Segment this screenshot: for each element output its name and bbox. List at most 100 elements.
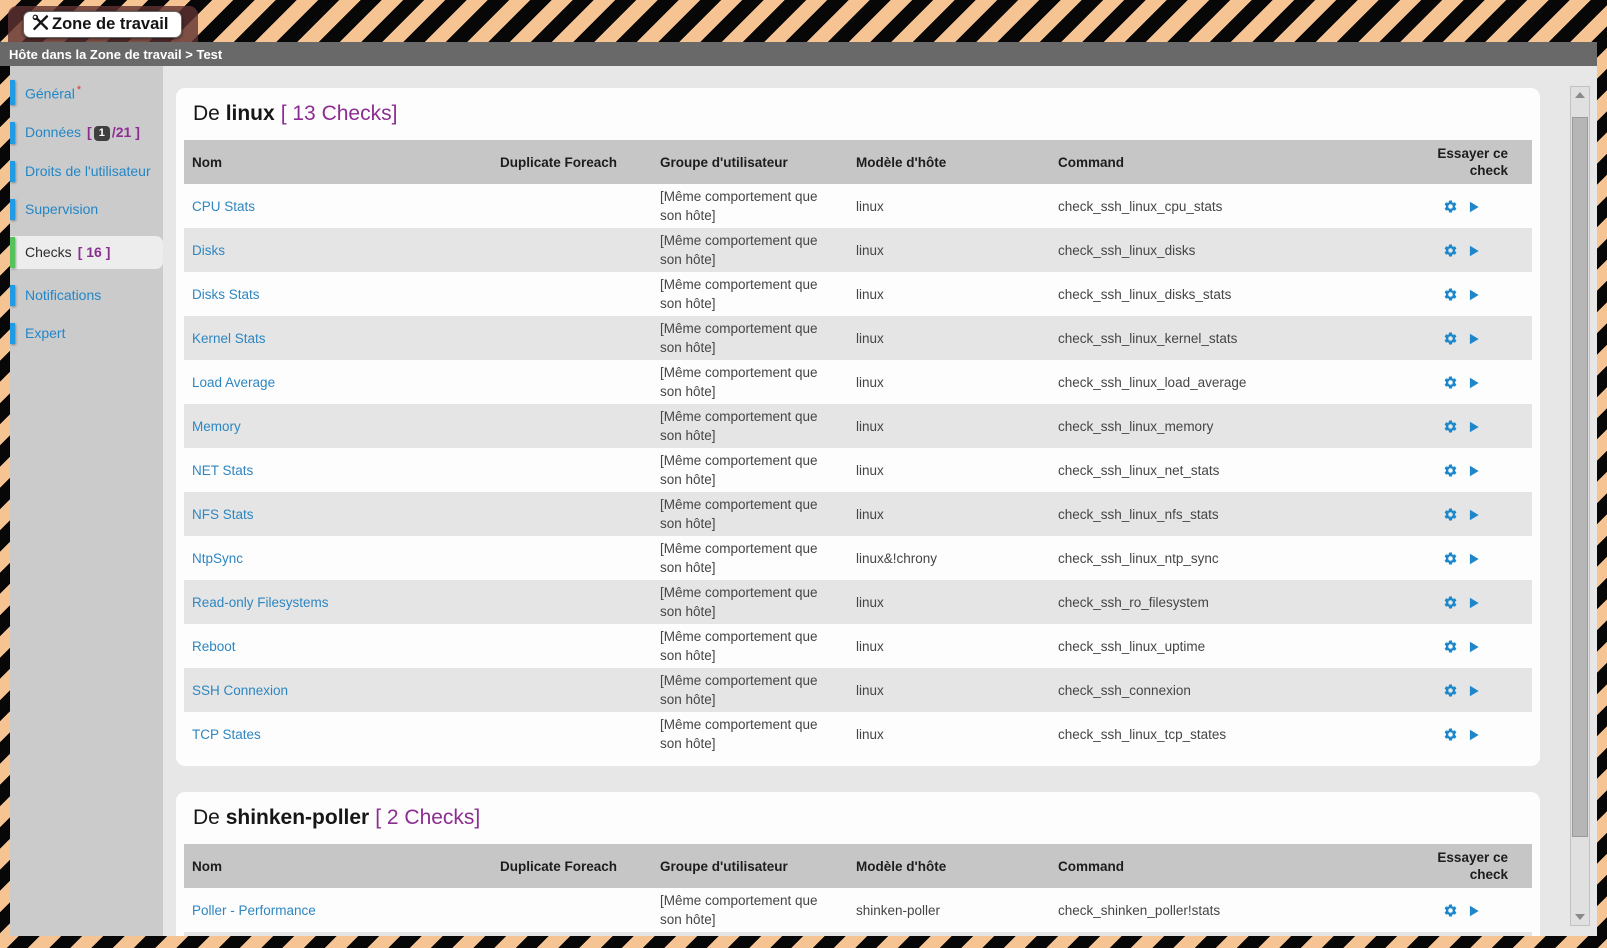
table-row: SSH Connexion[Même comportement que son … (184, 668, 1532, 712)
column-header: Groupe d'utilisateur (652, 844, 848, 888)
content-area: De linux[ 13 Checks]NomDuplicate Foreach… (163, 66, 1597, 936)
configure-check-button[interactable] (1443, 725, 1458, 744)
check-link[interactable]: Disks Stats (192, 287, 260, 302)
command-cell: check_ssh_linux_ntp_sync (1050, 536, 1426, 580)
sidebar-item-notifications[interactable]: Notifications (10, 284, 163, 307)
tools-icon (32, 14, 49, 36)
check-link[interactable]: CPU Stats (192, 199, 255, 214)
host-template-cell: linux (848, 184, 1050, 228)
sidebar-item-label: Supervision (25, 201, 98, 217)
command-cell: check_ssh_linux_nfs_stats (1050, 492, 1426, 536)
gear-icon (1443, 375, 1458, 390)
configure-check-button[interactable] (1443, 637, 1458, 656)
scrollbar-thumb[interactable] (1572, 117, 1588, 837)
run-check-button[interactable] (1467, 241, 1481, 260)
run-check-button[interactable] (1467, 593, 1481, 612)
run-check-button[interactable] (1467, 681, 1481, 700)
host-template-cell: linux (848, 272, 1050, 316)
play-icon (1467, 420, 1481, 434)
run-check-button[interactable] (1467, 725, 1481, 744)
sidebar-item-supervision[interactable]: Supervision (10, 198, 163, 221)
run-check-button[interactable] (1467, 197, 1481, 216)
run-check-button[interactable] (1467, 549, 1481, 568)
column-header: Command (1050, 844, 1426, 888)
check-link[interactable]: SSH Connexion (192, 683, 288, 698)
play-icon (1467, 200, 1481, 214)
host-template-cell: linux (848, 448, 1050, 492)
try-check-cell (1426, 712, 1532, 756)
try-check-cell (1426, 360, 1532, 404)
duplicate-foreach-cell (492, 360, 652, 404)
command-cell: check_ssh_linux_kernel_stats (1050, 316, 1426, 360)
command-cell: check_ssh_linux_tcp_states (1050, 712, 1426, 756)
gear-icon (1443, 639, 1458, 654)
play-icon (1467, 244, 1481, 258)
run-check-button[interactable] (1467, 285, 1481, 304)
check-name-cell: Kernel Stats (184, 316, 492, 360)
sidebar-item-droits-utilisateur[interactable]: Droits de l'utilisateur (10, 160, 163, 183)
run-check-button[interactable] (1467, 373, 1481, 392)
column-header: Essayer ce check (1426, 140, 1532, 184)
play-icon (1467, 904, 1481, 918)
sidebar-item-expert[interactable]: Expert (10, 322, 163, 345)
indicator-bar (10, 323, 15, 344)
play-icon (1467, 464, 1481, 478)
configure-check-button[interactable] (1443, 593, 1458, 612)
run-check-button[interactable] (1467, 901, 1481, 920)
check-link[interactable]: Memory (192, 419, 241, 434)
check-name-cell: TCP States (184, 712, 492, 756)
check-link[interactable]: NFS Stats (192, 507, 254, 522)
check-link[interactable]: Read-only Filesystems (192, 595, 329, 610)
run-check-button[interactable] (1467, 505, 1481, 524)
configure-check-button[interactable] (1443, 241, 1458, 260)
scrollbar[interactable] (1570, 86, 1590, 926)
play-icon (1467, 728, 1481, 742)
check-link[interactable]: Poller - Performance (192, 903, 316, 918)
duplicate-foreach-cell (492, 448, 652, 492)
run-check-button[interactable] (1467, 461, 1481, 480)
try-check-cell (1426, 272, 1532, 316)
configure-check-button[interactable] (1443, 549, 1458, 568)
check-link[interactable]: Disks (192, 243, 225, 258)
table-header-row: NomDuplicate ForeachGroupe d'utilisateur… (184, 844, 1532, 888)
sidebar-item-label: Checks (25, 244, 72, 260)
check-name-cell: Poller - Running Well (184, 932, 492, 936)
configure-check-button[interactable] (1443, 461, 1458, 480)
check-link[interactable]: Kernel Stats (192, 331, 266, 346)
configure-check-button[interactable] (1443, 373, 1458, 392)
sidebar-item-general[interactable]: Général* (10, 79, 163, 106)
check-link[interactable]: TCP States (192, 727, 261, 742)
configure-check-button[interactable] (1443, 417, 1458, 436)
configure-check-button[interactable] (1443, 505, 1458, 524)
run-check-button[interactable] (1467, 417, 1481, 436)
check-link[interactable]: NET Stats (192, 463, 253, 478)
configure-check-button[interactable] (1443, 285, 1458, 304)
play-icon (1467, 596, 1481, 610)
sidebar-item-donnees[interactable]: Données[1/21 ] (10, 121, 163, 145)
run-check-button[interactable] (1467, 637, 1481, 656)
configure-check-button[interactable] (1443, 329, 1458, 348)
check-link[interactable]: NtpSync (192, 551, 243, 566)
workspace-tab-button[interactable]: Zone de travail (23, 11, 182, 38)
host-template-cell: linux (848, 316, 1050, 360)
sidebar-item-label: Expert (25, 325, 65, 341)
play-icon (1467, 332, 1481, 346)
check-name-cell: Load Average (184, 360, 492, 404)
duplicate-foreach-cell (492, 712, 652, 756)
configure-check-button[interactable] (1443, 681, 1458, 700)
try-check-cell (1426, 184, 1532, 228)
configure-check-button[interactable] (1443, 901, 1458, 920)
scroll-up-button[interactable] (1571, 87, 1589, 103)
table-row: NET Stats[Même comportement que son hôte… (184, 448, 1532, 492)
scroll-down-button[interactable] (1571, 909, 1589, 925)
check-link[interactable]: Load Average (192, 375, 275, 390)
column-header: Modèle d'hôte (848, 844, 1050, 888)
command-cell: check_ssh_linux_cpu_stats (1050, 184, 1426, 228)
sidebar-item-checks[interactable]: Checks[ 16 ] (10, 236, 163, 269)
gear-icon (1443, 903, 1458, 918)
run-check-button[interactable] (1467, 329, 1481, 348)
checks-table: NomDuplicate ForeachGroupe d'utilisateur… (184, 140, 1532, 756)
command-cell: check_ssh_linux_disks_stats (1050, 272, 1426, 316)
check-link[interactable]: Reboot (192, 639, 236, 654)
configure-check-button[interactable] (1443, 197, 1458, 216)
